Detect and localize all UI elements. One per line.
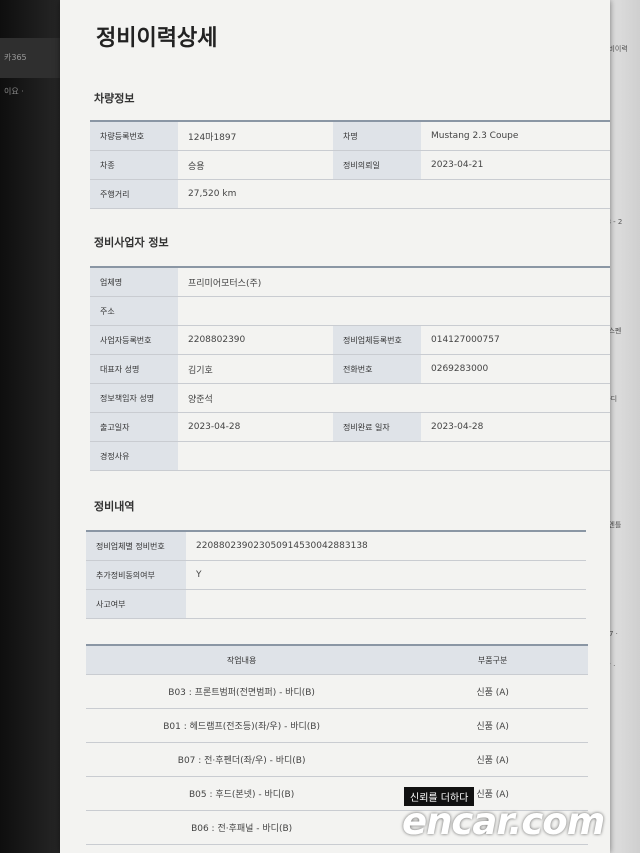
table-row: 주소 [90, 296, 610, 326]
release-date-value: 2023-04-28 [178, 412, 333, 442]
work-column-header: 작업내용 [86, 644, 398, 675]
table-row: B01 : 헤드램프(전조등)(좌/우) - 바디(B) 신품 (A) [86, 708, 588, 743]
ceo-value: 김기호 [178, 354, 333, 384]
table-row: B03 : 프론트범퍼(전면범퍼) - 바디(B) 신품 (A) [86, 674, 588, 709]
model-label: 차명 [333, 120, 421, 151]
privacy-officer-value: 양준석 [178, 383, 610, 413]
table-row: 업체명 프리미어모터스(주) [90, 266, 610, 297]
part-type: 신품 (A) [397, 708, 588, 743]
left-menu-text: 이요 · [4, 87, 24, 96]
reg-no-value: 014127000757 [421, 325, 610, 355]
maintenance-id-label: 정비업체별 정비번호 [86, 530, 186, 561]
maintenance-detail-page: 정비이력상세 차량정보 차량등록번호 124마1897 차명 Mustang 2… [60, 0, 610, 853]
privacy-officer-label: 정보책임자 성명 [90, 383, 178, 413]
correction-reason-label: 경정사유 [90, 441, 178, 471]
part-type: 신품 (A) [397, 674, 588, 709]
extra-consent-value: Y [186, 560, 586, 590]
request-date-value: 2023-04-21 [421, 150, 610, 180]
table-row: B07 : 전·후펜더(좌/우) - 바디(B) 신품 (A) [86, 742, 588, 777]
table-row: 대표자 성명 김기호 전화번호 0269283000 [90, 354, 610, 384]
mileage-label: 주행거리 [90, 179, 178, 209]
completion-date-label: 정비완료 일자 [333, 412, 421, 442]
biz-no-value: 2208802390 [178, 325, 333, 355]
request-date-label: 정비의뢰일 [333, 150, 421, 180]
work-item: B07 : 전·후펜더(좌/우) - 바디(B) [86, 742, 398, 777]
plate-value: 124마1897 [178, 120, 333, 151]
address-value [178, 296, 610, 326]
phone-label: 전화번호 [333, 354, 421, 384]
phone-value: 0269283000 [421, 354, 610, 384]
extra-consent-label: 추가정비동의여부 [86, 560, 186, 590]
completion-date-value: 2023-04-28 [421, 412, 610, 442]
work-item: B06 : 전·후패널 - 바디(B) [86, 810, 398, 845]
vehicle-info-table: 차량등록번호 124마1897 차명 Mustang 2.3 Coupe 차종 … [90, 120, 610, 209]
table-row: 정보책임자 성명 양준석 [90, 383, 610, 413]
details-table: 정비업체별 정비번호 22088023902305091453004288313… [86, 530, 586, 619]
release-date-label: 출고일자 [90, 412, 178, 442]
table-row: 사업자등록번호 2208802390 정비업체등록번호 014127000757 [90, 325, 610, 355]
left-logo-text: 카365 [4, 53, 27, 62]
table-row: 정비업체별 정비번호 22088023902305091453004288313… [86, 530, 586, 561]
table-row: 사고여부 [86, 589, 586, 619]
plate-label: 차량등록번호 [90, 120, 178, 151]
work-item: B05 : 후드(본넷) - 바디(B) [86, 776, 398, 811]
page-title: 정비이력상세 [96, 26, 218, 51]
correction-reason-value [178, 441, 610, 471]
part-column-header: 부품구분 [397, 644, 588, 675]
table-row: 출고일자 2023-04-28 정비완료 일자 2023-04-28 [90, 412, 610, 442]
shop-info-table: 업체명 프리미어모터스(주) 주소 사업자등록번호 2208802390 정비업… [90, 266, 610, 471]
table-row: 주행거리 27,520 km [90, 179, 610, 209]
table-row: 경정사유 [90, 441, 610, 471]
section-title-details: 정비내역 [94, 500, 135, 513]
table-row: 추가정비동의여부 Y [86, 560, 586, 590]
work-table-header: 작업내용 부품구분 [86, 644, 588, 675]
type-value: 승용 [178, 150, 333, 180]
work-item: B01 : 헤드램프(전조등)(좌/우) - 바디(B) [86, 708, 398, 743]
shop-name-value: 프리미어모터스(주) [178, 266, 610, 297]
part-type: 신품 (A) [397, 742, 588, 777]
type-label: 차종 [90, 150, 178, 180]
table-row: 차종 승용 정비의뢰일 2023-04-21 [90, 150, 610, 180]
ceo-label: 대표자 성명 [90, 354, 178, 384]
maintenance-id-value: 22088023902305091453004288313​8 [186, 530, 586, 561]
reg-no-label: 정비업체등록번호 [333, 325, 421, 355]
mileage-value: 27,520 km [178, 179, 610, 209]
work-item: B03 : 프론트범퍼(전면범퍼) - 바디(B) [86, 674, 398, 709]
shop-name-label: 업체명 [90, 266, 178, 297]
section-title-vehicle: 차량정보 [94, 92, 135, 105]
biz-no-label: 사업자등록번호 [90, 325, 178, 355]
encar-logo: encar.com [402, 800, 605, 843]
section-title-shop: 정비사업자 정보 [94, 236, 169, 249]
table-row: 차량등록번호 124마1897 차명 Mustang 2.3 Coupe [90, 120, 610, 151]
accident-value [186, 589, 586, 619]
model-value: Mustang 2.3 Coupe [421, 120, 610, 151]
address-label: 주소 [90, 296, 178, 326]
accident-label: 사고여부 [86, 589, 186, 619]
